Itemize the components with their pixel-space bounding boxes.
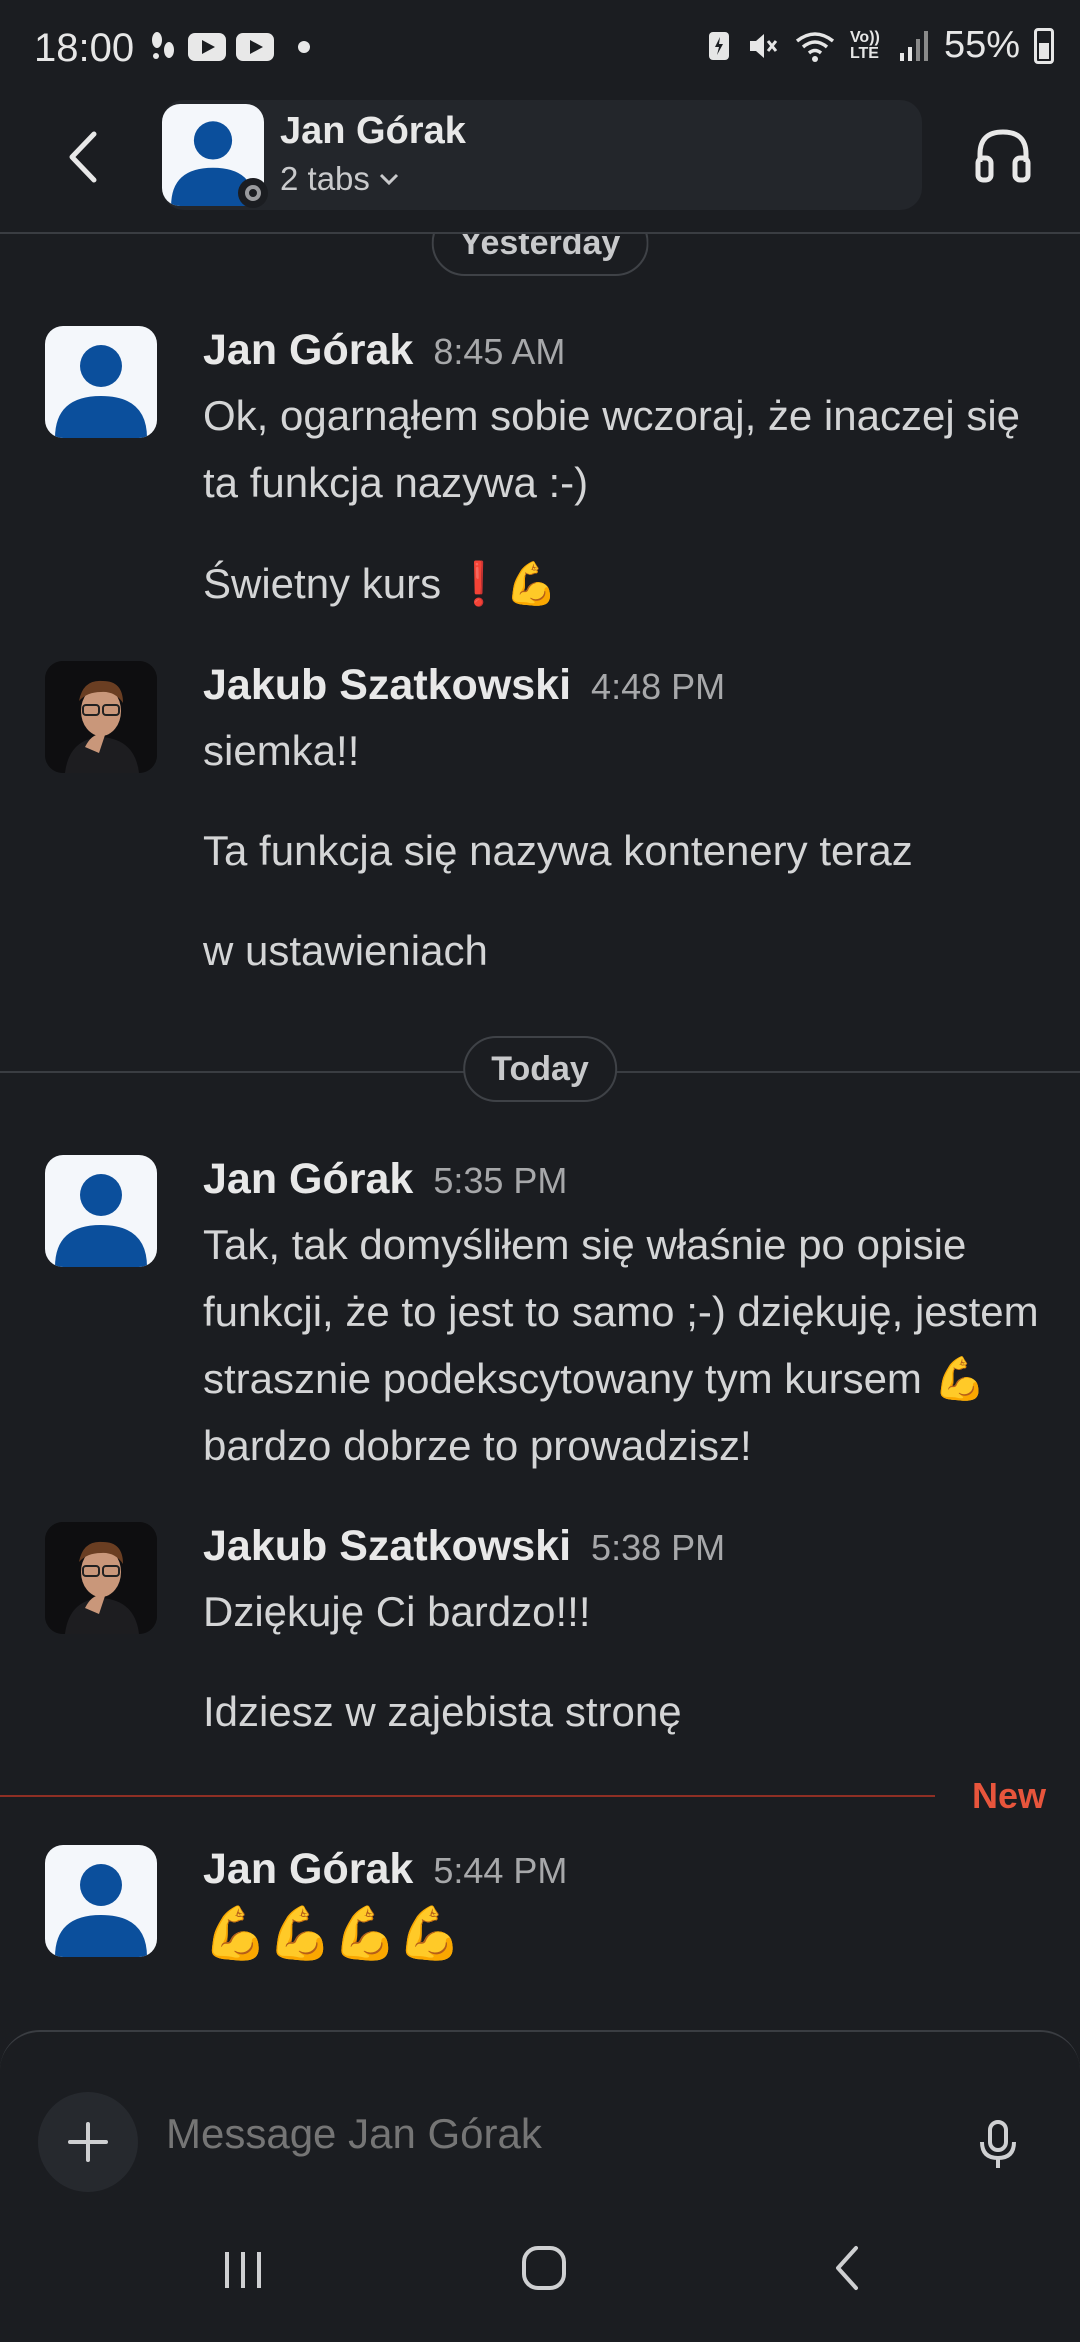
date-pill[interactable]: Today xyxy=(463,1036,617,1102)
message-text: w ustawieniach xyxy=(203,927,488,974)
message-time: 8:45 AM xyxy=(433,331,566,372)
conversation-title-button[interactable]: Jan Górak 2 tabs xyxy=(162,100,922,210)
microphone-icon[interactable] xyxy=(970,2116,1026,2172)
conversation-name: Jan Górak xyxy=(280,110,466,152)
system-icons: Vo)) LTE 55% xyxy=(706,24,1054,67)
message-text: Ta funkcja się nazywa kontenery teraz xyxy=(203,827,913,874)
message-time: 5:38 PM xyxy=(591,1527,726,1568)
user-photo-icon xyxy=(45,1522,157,1634)
system-navigation-bar xyxy=(0,2210,1080,2340)
headphones-icon[interactable] xyxy=(972,124,1034,186)
message-text: Idziesz w zajebista stronę xyxy=(203,1688,682,1735)
recent-apps-icon[interactable] xyxy=(215,2242,271,2298)
message-author[interactable]: Jakub Szatkowski 5:38 PM xyxy=(203,1522,725,1571)
date-pill[interactable]: Yesterday xyxy=(431,234,649,276)
default-user-icon xyxy=(55,1174,147,1267)
youtube-icon xyxy=(188,33,226,61)
battery-saver-icon xyxy=(708,31,729,60)
mute-icon xyxy=(749,33,778,58)
default-user-icon xyxy=(55,345,147,438)
author-name[interactable]: Jakub Szatkowski xyxy=(203,1522,571,1570)
message-text: Tak, tak domyśliłem się właśnie po opisi… xyxy=(203,1221,1039,1469)
author-name[interactable]: Jan Górak xyxy=(203,1155,413,1203)
attach-button[interactable] xyxy=(38,2092,138,2192)
chevron-down-icon xyxy=(379,173,398,186)
battery-icon xyxy=(1034,27,1054,64)
new-messages-divider: New xyxy=(0,1775,1080,1825)
message-text: Dziękuję Ci bardzo!!! xyxy=(203,1588,591,1635)
message-time: 4:48 PM xyxy=(591,666,726,707)
signal-icon xyxy=(899,30,928,61)
tabs-count: 2 tabs xyxy=(280,160,370,197)
author-name[interactable]: Jakub Szatkowski xyxy=(203,661,571,709)
author-name[interactable]: Jan Górak xyxy=(203,1845,413,1893)
home-icon[interactable] xyxy=(516,2240,572,2296)
divider-line xyxy=(0,1795,935,1797)
status-time: 18:00 xyxy=(34,26,135,70)
presence-away-icon xyxy=(238,178,268,208)
more-notifications-dot xyxy=(298,41,310,53)
message-time: 5:44 PM xyxy=(433,1850,568,1891)
tabs-selector[interactable]: 2 tabs xyxy=(280,160,400,198)
message-text: Ok, ogarnąłem sobie wczoraj, że inaczej … xyxy=(203,392,1021,506)
avatar[interactable] xyxy=(45,661,157,773)
user-photo-icon xyxy=(45,661,157,773)
message-input[interactable] xyxy=(166,2110,926,2158)
avatar[interactable] xyxy=(45,1155,157,1267)
new-label: New xyxy=(971,1775,1046,1816)
message-author[interactable]: Jan Górak 5:35 PM xyxy=(203,1155,567,1204)
wifi-icon xyxy=(795,31,835,62)
nav-back-icon[interactable] xyxy=(820,2240,876,2296)
volte-indicator: Vo)) LTE xyxy=(849,28,880,62)
default-user-icon xyxy=(55,1864,147,1957)
battery-percent: 55% xyxy=(943,24,1020,66)
message-author[interactable]: Jan Górak 5:44 PM xyxy=(203,1845,567,1894)
message-author[interactable]: Jakub Szatkowski 4:48 PM xyxy=(203,661,725,710)
message-time: 5:35 PM xyxy=(433,1160,568,1201)
avatar[interactable] xyxy=(45,1522,157,1634)
avatar[interactable] xyxy=(45,326,157,438)
author-name[interactable]: Jan Górak xyxy=(203,326,413,374)
footsteps-icon xyxy=(152,32,174,59)
status-bar: 18:00 Vo)) LTE 55% xyxy=(0,0,1080,100)
message-text: 💪💪💪💪 xyxy=(203,1905,462,1963)
message-text: siemka!! xyxy=(203,727,360,774)
plus-icon xyxy=(68,2122,108,2162)
message-text: Świetny kurs ❗💪 xyxy=(203,560,558,607)
day-divider-today: Today xyxy=(0,1036,1080,1106)
avatar[interactable] xyxy=(45,1845,157,1957)
message-author[interactable]: Jan Górak 8:45 AM xyxy=(203,326,565,375)
youtube-icon xyxy=(236,33,274,61)
day-divider-yesterday: Yesterday xyxy=(0,210,1080,280)
back-arrow-icon[interactable] xyxy=(50,122,120,192)
notification-icons xyxy=(148,30,310,64)
